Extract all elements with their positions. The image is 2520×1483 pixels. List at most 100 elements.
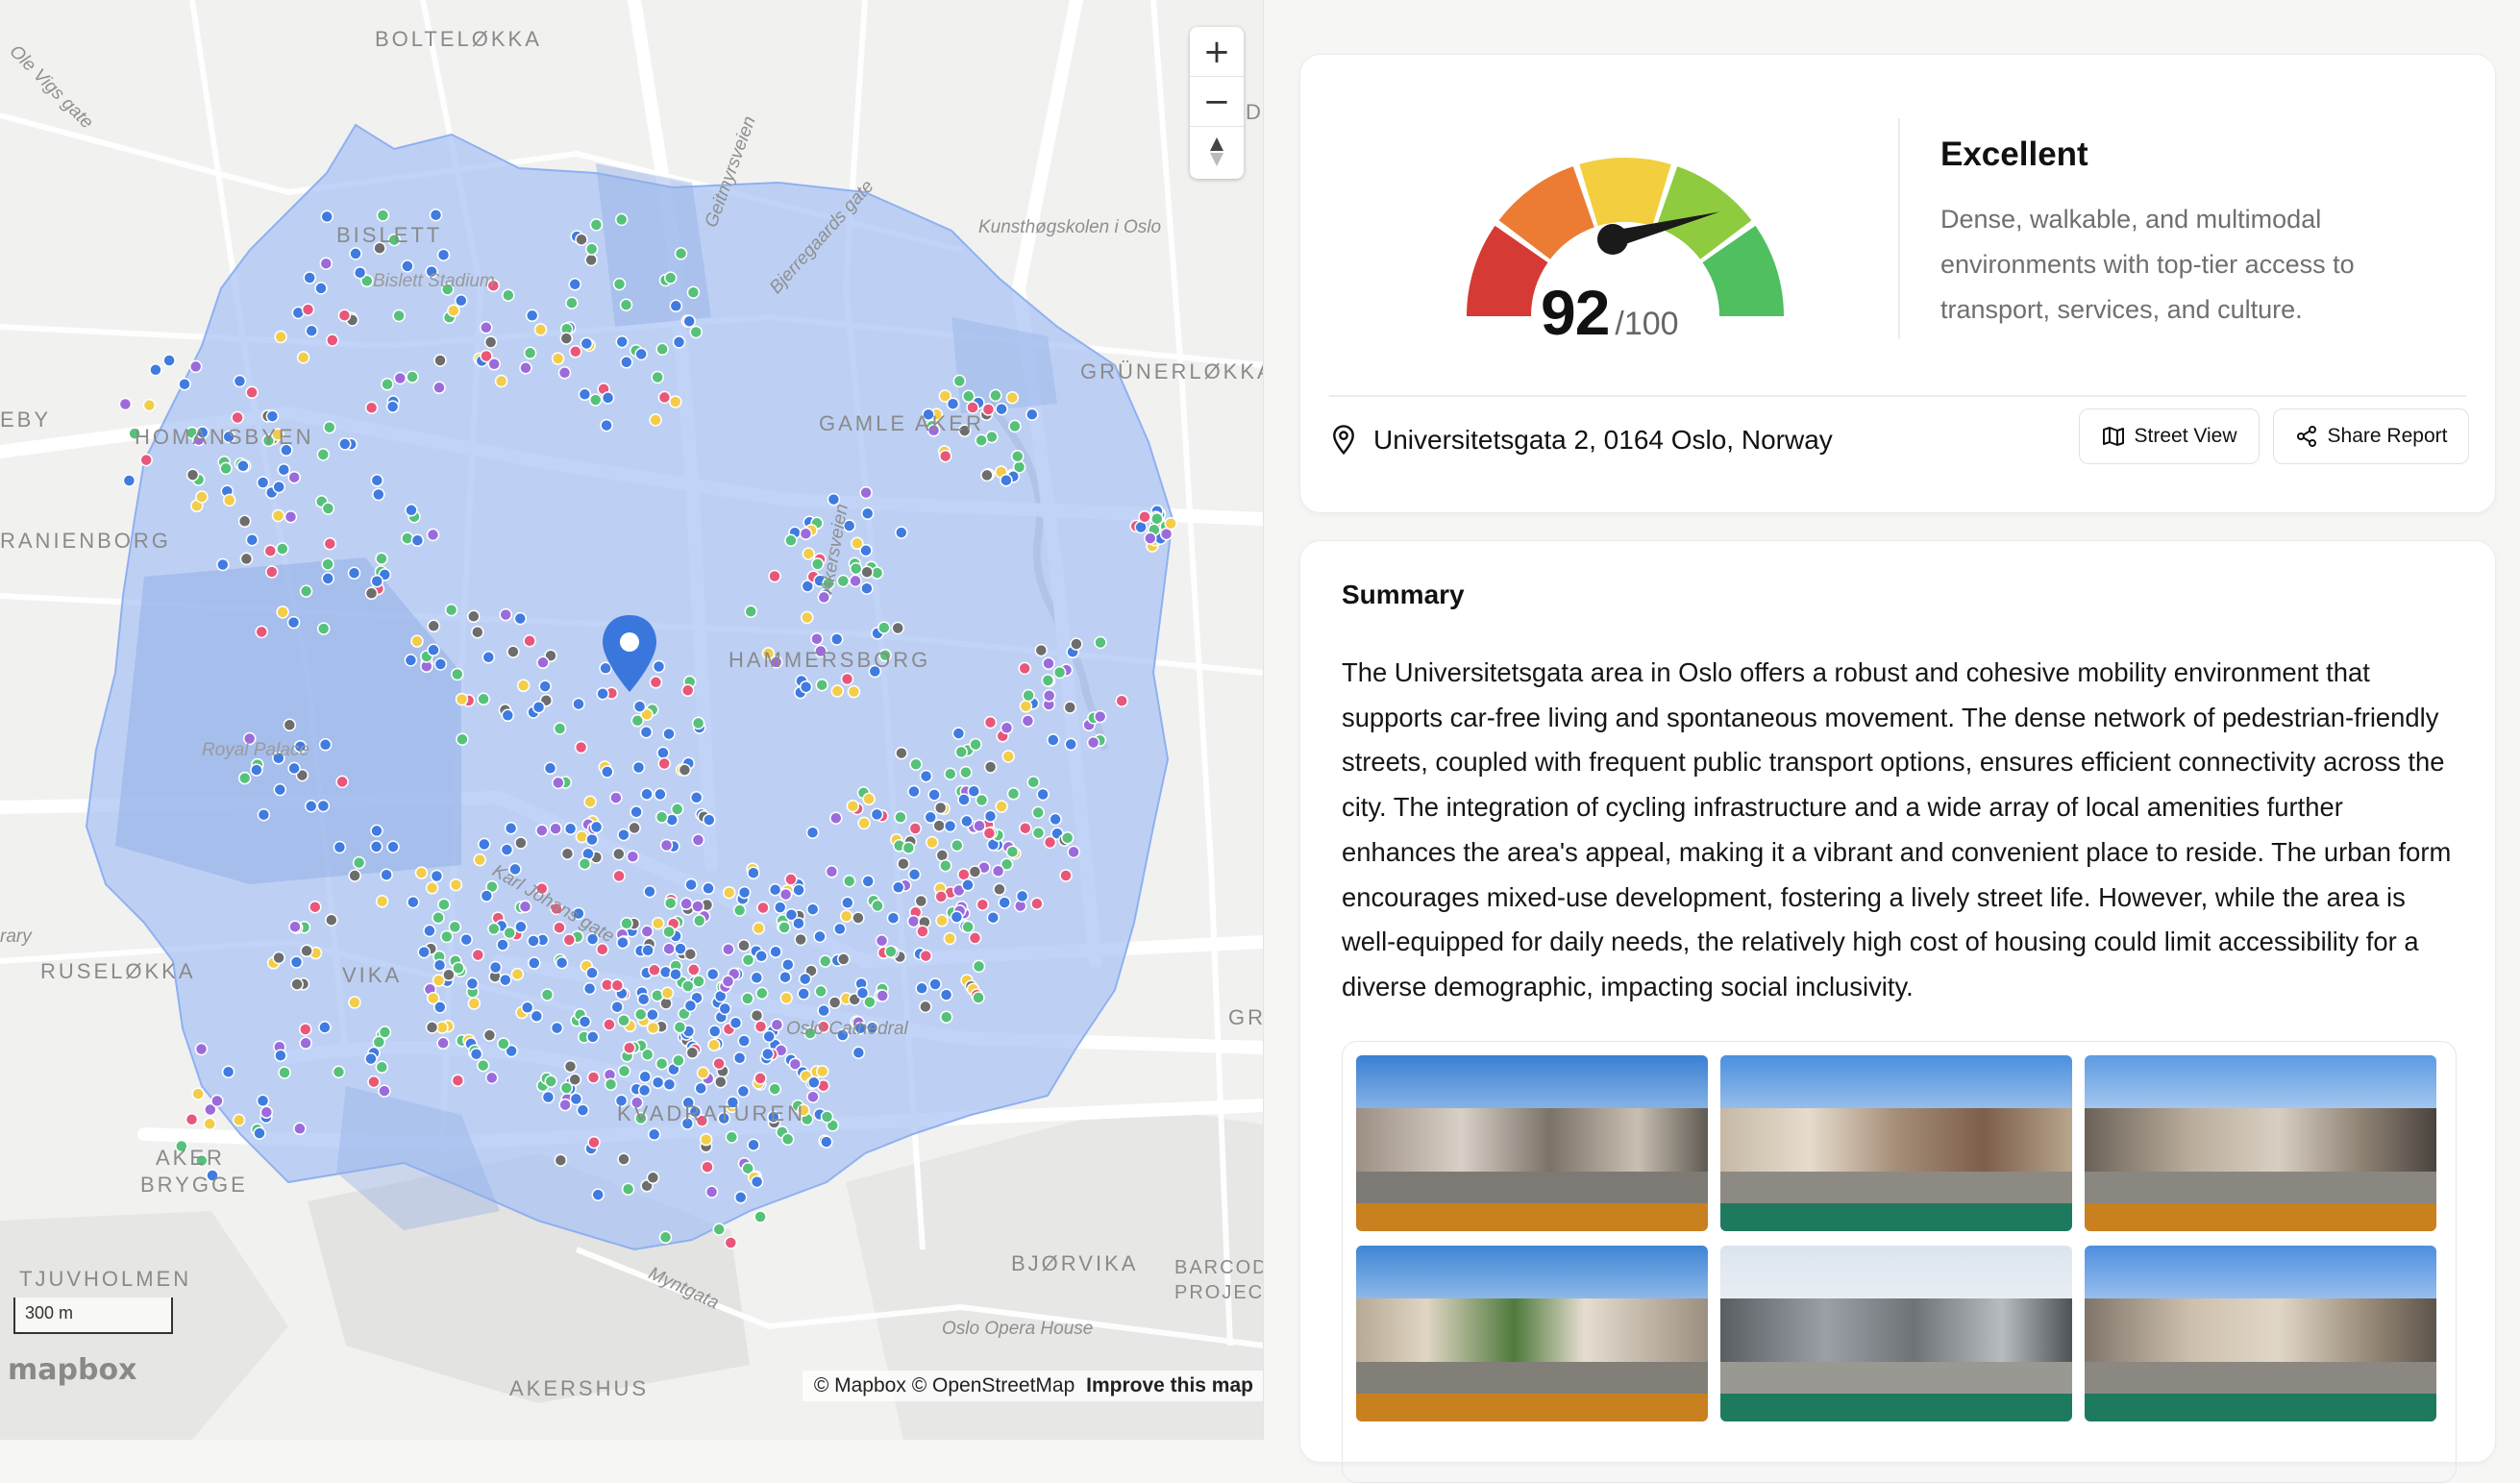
improve-map-link[interactable]: Improve this map: [1086, 1374, 1253, 1396]
amenity-marker[interactable]: [620, 917, 633, 930]
amenity-marker[interactable]: [799, 527, 813, 541]
amenity-marker[interactable]: [616, 935, 630, 950]
amenity-marker[interactable]: [353, 265, 367, 280]
amenity-marker[interactable]: [805, 826, 820, 839]
amenity-marker[interactable]: [846, 799, 860, 813]
amenity-marker[interactable]: [386, 840, 400, 853]
amenity-marker[interactable]: [914, 894, 928, 908]
amenity-marker[interactable]: [589, 820, 604, 834]
amenity-marker[interactable]: [1059, 869, 1073, 882]
amenity-marker[interactable]: [320, 210, 334, 224]
amenity-marker[interactable]: [830, 684, 845, 698]
amenity-marker[interactable]: [983, 809, 998, 823]
amenity-marker[interactable]: [440, 929, 454, 944]
amenity-marker[interactable]: [681, 979, 695, 993]
map-canvas[interactable]: [0, 0, 1264, 1440]
amenity-marker[interactable]: [980, 468, 994, 482]
amenity-marker[interactable]: [768, 1082, 781, 1096]
amenity-marker[interactable]: [274, 1049, 287, 1062]
amenity-marker[interactable]: [487, 922, 501, 936]
amenity-marker[interactable]: [520, 1001, 534, 1015]
amenity-marker[interactable]: [375, 552, 388, 565]
amenity-marker[interactable]: [578, 387, 592, 402]
amenity-marker[interactable]: [799, 680, 813, 694]
amenity-marker[interactable]: [672, 335, 686, 349]
amenity-marker[interactable]: [691, 716, 705, 730]
amenity-marker[interactable]: [718, 1001, 732, 1016]
amenity-marker[interactable]: [514, 920, 528, 934]
amenity-marker[interactable]: [482, 1028, 497, 1042]
amenity-marker[interactable]: [646, 1008, 659, 1022]
amenity-marker[interactable]: [582, 981, 597, 996]
amenity-marker[interactable]: [569, 345, 582, 358]
amenity-marker[interactable]: [1010, 450, 1025, 463]
amenity-marker[interactable]: [321, 557, 334, 571]
amenity-marker[interactable]: [563, 1059, 578, 1074]
amenity-marker[interactable]: [527, 934, 540, 948]
amenity-marker[interactable]: [737, 1034, 751, 1048]
amenity-marker[interactable]: [1030, 897, 1044, 910]
amenity-marker[interactable]: [414, 866, 429, 879]
amenity-marker[interactable]: [862, 792, 876, 806]
amenity-marker[interactable]: [754, 1072, 767, 1085]
amenity-marker[interactable]: [578, 856, 592, 871]
amenity-marker[interactable]: [737, 885, 752, 900]
amenity-marker[interactable]: [584, 253, 598, 267]
amenity-marker[interactable]: [829, 811, 843, 825]
amenity-marker[interactable]: [972, 991, 985, 1004]
amenity-marker[interactable]: [333, 840, 347, 854]
amenity-marker[interactable]: [588, 393, 603, 407]
amenity-marker[interactable]: [752, 922, 766, 935]
amenity-marker[interactable]: [482, 651, 496, 664]
amenity-marker[interactable]: [425, 1021, 439, 1034]
amenity-marker[interactable]: [1018, 661, 1031, 676]
amenity-marker[interactable]: [335, 775, 349, 789]
amenity-marker[interactable]: [639, 725, 654, 739]
amenity-marker[interactable]: [451, 667, 464, 681]
amenity-marker[interactable]: [851, 536, 864, 551]
amenity-marker[interactable]: [736, 1084, 751, 1099]
amenity-marker[interactable]: [321, 572, 334, 585]
amenity-marker[interactable]: [367, 1075, 381, 1089]
amenity-marker[interactable]: [915, 981, 928, 996]
amenity-marker[interactable]: [982, 827, 997, 840]
amenity-marker[interactable]: [352, 855, 366, 870]
amenity-marker[interactable]: [433, 1001, 447, 1014]
amenity-marker[interactable]: [801, 610, 814, 625]
amenity-marker[interactable]: [960, 814, 974, 828]
amenity-marker[interactable]: [886, 911, 901, 925]
amenity-marker[interactable]: [839, 909, 853, 923]
amenity-marker[interactable]: [961, 920, 975, 934]
amenity-marker[interactable]: [778, 970, 792, 984]
amenity-marker[interactable]: [449, 877, 463, 892]
amenity-marker[interactable]: [558, 1098, 572, 1112]
amenity-marker[interactable]: [877, 621, 891, 634]
amenity-marker[interactable]: [621, 1182, 635, 1196]
amenity-marker[interactable]: [952, 374, 967, 388]
amenity-marker[interactable]: [662, 1077, 677, 1092]
amenity-marker[interactable]: [1031, 805, 1045, 820]
amenity-marker[interactable]: [221, 1065, 235, 1078]
amenity-marker[interactable]: [651, 1075, 665, 1089]
amenity-marker[interactable]: [572, 697, 585, 711]
amenity-marker[interactable]: [575, 233, 588, 246]
amenity-marker[interactable]: [792, 883, 805, 897]
amenity-marker[interactable]: [663, 271, 678, 284]
amenity-marker[interactable]: [480, 889, 494, 902]
amenity-marker[interactable]: [612, 847, 626, 861]
amenity-marker[interactable]: [233, 374, 247, 388]
amenity-marker[interactable]: [894, 810, 907, 825]
attribution-mapbox-link[interactable]: © Mapbox: [814, 1374, 906, 1396]
amenity-marker[interactable]: [927, 788, 941, 802]
amenity-marker[interactable]: [563, 822, 578, 835]
amenity-marker[interactable]: [692, 914, 706, 927]
amenity-marker[interactable]: [814, 984, 828, 999]
amenity-marker[interactable]: [560, 847, 575, 860]
amenity-marker[interactable]: [768, 882, 782, 897]
amenity-marker[interactable]: [662, 727, 676, 741]
amenity-marker[interactable]: [574, 740, 588, 754]
amenity-marker[interactable]: [699, 1132, 713, 1147]
amenity-marker[interactable]: [805, 902, 820, 916]
amenity-marker[interactable]: [381, 378, 394, 391]
amenity-marker[interactable]: [538, 680, 552, 693]
